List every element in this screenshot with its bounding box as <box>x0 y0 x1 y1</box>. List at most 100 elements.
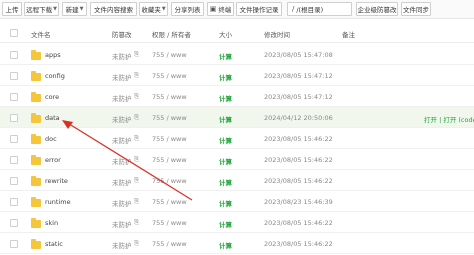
calc-size-link[interactable]: 计算 <box>219 135 232 145</box>
toolbar: 上传 远程下载 ▼ 新建 ▼ 文件内容搜索 收藏夹 ▼ 分享列表 ▣ 终端 文件操作记录… <box>0 0 474 19</box>
file-content-search-button[interactable]: 文件内容搜索 <box>90 2 137 16</box>
file-name[interactable]: static <box>45 240 63 248</box>
folder-icon <box>31 239 41 249</box>
modified-time: 2023/08/05 15:46:22 <box>264 135 333 143</box>
table-row[interactable]: data 未防护 ⎘ 755 / www 计算 2024/04/12 20:50… <box>0 107 474 128</box>
protect-status[interactable]: 未防护 <box>112 72 132 82</box>
file-name[interactable]: data <box>45 114 60 122</box>
remote-download-button[interactable]: 远程下载 ▼ <box>24 2 59 16</box>
column-mtime[interactable]: 修改时间 <box>264 29 290 39</box>
lock-icon[interactable]: ⎘ <box>134 134 139 143</box>
calc-size-link[interactable]: 计算 <box>219 219 232 229</box>
lock-icon[interactable]: ⎘ <box>134 113 139 122</box>
table-row[interactable]: error 未防护 ⎘ 755 / www 计算 2023/08/05 15:4… <box>0 149 474 170</box>
modified-time: 2024/04/12 20:50:06 <box>264 114 333 122</box>
file-name[interactable]: apps <box>45 51 61 59</box>
table-row[interactable]: config 未防护 ⎘ 755 / www 计算 2023/08/05 15:… <box>0 65 474 86</box>
row-checkbox[interactable] <box>10 51 18 59</box>
lock-icon[interactable]: ⎘ <box>134 197 139 206</box>
lock-icon[interactable]: ⎘ <box>134 218 139 227</box>
lock-icon[interactable]: ⎘ <box>134 239 139 248</box>
row-checkbox[interactable] <box>10 198 18 206</box>
lock-icon[interactable]: ⎘ <box>134 155 139 164</box>
protect-status[interactable]: 未防护 <box>112 240 132 250</box>
calc-size-link[interactable]: 计算 <box>219 177 232 187</box>
terminal-button[interactable]: ▣ 终端 <box>207 2 234 16</box>
table-row[interactable]: rewrite 未防护 ⎘ 755 / www 计算 2023/08/05 15… <box>0 170 474 191</box>
protect-status[interactable]: 未防护 <box>112 198 132 208</box>
permission-owner[interactable]: 755 / www <box>152 240 187 248</box>
favorites-button[interactable]: 收藏夹 ▼ <box>139 2 168 16</box>
row-checkbox[interactable] <box>10 156 18 164</box>
lock-icon[interactable]: ⎘ <box>134 92 139 101</box>
column-size[interactable]: 大小 <box>219 29 232 39</box>
lock-icon[interactable]: ⎘ <box>134 50 139 59</box>
file-name[interactable]: rewrite <box>45 177 68 185</box>
folder-icon <box>31 218 41 228</box>
row-checkbox[interactable] <box>10 93 18 101</box>
table-row[interactable]: apps 未防护 ⎘ 755 / www 计算 2023/08/05 15:47… <box>0 44 474 65</box>
path-icon: / <box>292 5 295 13</box>
row-checkbox[interactable] <box>10 240 18 248</box>
file-name[interactable]: doc <box>45 135 57 143</box>
protect-status[interactable]: 未防护 <box>112 219 132 229</box>
protect-status[interactable]: 未防护 <box>112 93 132 103</box>
protect-status[interactable]: 未防护 <box>112 135 132 145</box>
table-row[interactable]: core 未防护 ⎘ 755 / www 计算 2023/08/05 15:47… <box>0 86 474 107</box>
file-name[interactable]: error <box>45 156 61 164</box>
modified-time: 2023/08/05 15:47:12 <box>264 72 333 80</box>
new-button[interactable]: 新建 ▼ <box>62 2 87 16</box>
protect-status[interactable]: 未防护 <box>112 51 132 61</box>
calc-size-link[interactable]: 计算 <box>219 114 232 124</box>
calc-size-link[interactable]: 计算 <box>219 156 232 166</box>
lock-icon[interactable]: ⎘ <box>134 176 139 185</box>
enterprise-tamper-proof-button[interactable]: 企业级防篡改 <box>356 2 398 16</box>
file-name[interactable]: config <box>45 72 65 80</box>
file-name[interactable]: skin <box>45 219 58 227</box>
permission-owner[interactable]: 755 / www <box>152 177 187 185</box>
file-name[interactable]: runtime <box>45 198 71 206</box>
permission-owner[interactable]: 755 / www <box>152 72 187 80</box>
permission-owner[interactable]: 755 / www <box>152 219 187 227</box>
permission-owner[interactable]: 755 / www <box>152 156 187 164</box>
protect-status[interactable]: 未防护 <box>112 114 132 124</box>
column-name[interactable]: 文件名 <box>31 29 51 39</box>
permission-owner[interactable]: 755 / www <box>152 135 187 143</box>
table-row[interactable]: doc 未防护 ⎘ 755 / www 计算 2023/08/05 15:46:… <box>0 128 474 149</box>
upload-button[interactable]: 上传 <box>2 2 22 16</box>
modified-time: 2023/08/05 15:46:22 <box>264 156 333 164</box>
file-operation-log-button[interactable]: 文件操作记录 <box>236 2 282 16</box>
table-row[interactable]: skin 未防护 ⎘ 755 / www 计算 2023/08/05 15:46… <box>0 212 474 233</box>
row-checkbox[interactable] <box>10 177 18 185</box>
table-row[interactable]: static 未防护 ⎘ 755 / www 计算 2023/08/05 15:… <box>0 233 474 254</box>
calc-size-link[interactable]: 计算 <box>219 51 232 61</box>
modified-time: 2023/08/23 15:46:39 <box>264 198 333 206</box>
protect-status[interactable]: 未防护 <box>112 177 132 187</box>
calc-size-link[interactable]: 计算 <box>219 198 232 208</box>
permission-owner[interactable]: 755 / www <box>152 198 187 206</box>
column-permission[interactable]: 权限 / 所有者 <box>152 29 191 39</box>
permission-owner[interactable]: 755 / www <box>152 93 187 101</box>
permission-owner[interactable]: 755 / www <box>152 114 187 122</box>
table-row[interactable]: runtime 未防护 ⎘ 755 / www 计算 2023/08/23 15… <box>0 191 474 212</box>
terminal-icon: ▣ <box>209 5 217 13</box>
path-bar[interactable]: //(根目录) <box>287 2 352 16</box>
modified-time: 2023/08/05 15:46:22 <box>264 177 333 185</box>
file-name[interactable]: core <box>45 93 59 101</box>
row-checkbox[interactable] <box>10 114 18 122</box>
select-all-checkbox[interactable] <box>10 29 18 37</box>
calc-size-link[interactable]: 计算 <box>219 72 232 82</box>
row-checkbox[interactable] <box>10 135 18 143</box>
share-list-button[interactable]: 分享列表 <box>171 2 204 16</box>
row-checkbox[interactable] <box>10 72 18 80</box>
lock-icon[interactable]: ⎘ <box>134 71 139 80</box>
calc-size-link[interactable]: 计算 <box>219 93 232 103</box>
permission-owner[interactable]: 755 / www <box>152 51 187 59</box>
row-operations[interactable]: 打开 | 打开 (code <box>424 114 474 124</box>
folder-icon <box>31 134 41 144</box>
file-sync-button[interactable]: 文件同步 <box>401 2 431 16</box>
row-checkbox[interactable] <box>10 219 18 227</box>
column-note: 备注 <box>342 31 355 39</box>
protect-status[interactable]: 未防护 <box>112 156 132 166</box>
calc-size-link[interactable]: 计算 <box>219 240 232 250</box>
